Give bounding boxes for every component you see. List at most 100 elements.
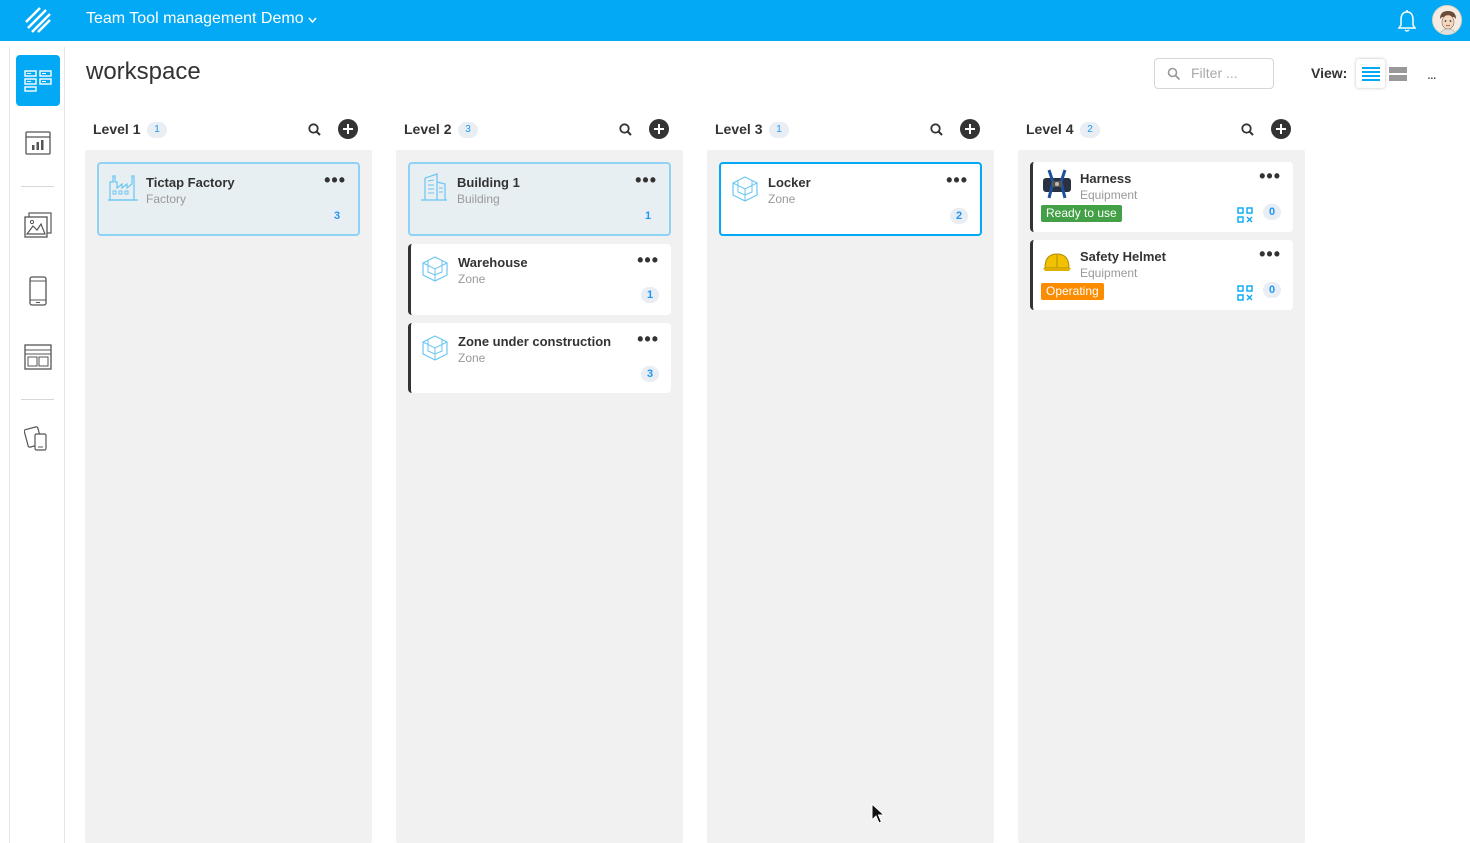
children-count-badge: 3 xyxy=(641,366,659,382)
mouse-cursor-icon xyxy=(871,803,885,824)
card-menu-button[interactable]: ••• xyxy=(946,171,968,189)
column-count-badge: 1 xyxy=(147,122,167,138)
card-subtitle: Zone xyxy=(768,192,796,206)
helmet-icon xyxy=(1043,253,1071,271)
image-gallery-icon xyxy=(24,212,52,238)
sidebar-item-dashboard[interactable] xyxy=(16,121,60,165)
sidebar-item-gallery[interactable] xyxy=(16,203,60,247)
card-menu-button[interactable]: ••• xyxy=(635,171,657,189)
devices-icon xyxy=(24,426,47,451)
card-title: Safety Helmet xyxy=(1080,249,1166,264)
zone-icon xyxy=(732,176,758,202)
children-count-badge: 2 xyxy=(950,208,968,224)
column-search-icon[interactable] xyxy=(307,122,323,138)
column-title: Level 1 xyxy=(93,121,141,137)
column-count-badge: 1 xyxy=(769,122,789,138)
status-badge: Operating xyxy=(1041,283,1104,300)
children-count-badge: 1 xyxy=(639,208,657,224)
add-item-button[interactable] xyxy=(1271,119,1291,139)
column-count-badge: 3 xyxy=(458,122,478,138)
compact-view-icon xyxy=(1388,66,1407,81)
mobile-device-icon xyxy=(29,276,47,306)
card-subtitle: Equipment xyxy=(1080,266,1138,280)
workspace-icon xyxy=(24,69,52,92)
card-subtitle: Zone xyxy=(458,272,486,286)
card-subtitle: Zone xyxy=(458,351,486,365)
add-item-button[interactable] xyxy=(338,119,358,139)
sidebar-item-workspace[interactable] xyxy=(16,55,60,106)
sidebar-item-devices[interactable] xyxy=(16,417,60,461)
chevron-down-icon xyxy=(308,10,317,28)
column-header-level-4: Level 4 2 xyxy=(1026,118,1292,142)
list-view-button[interactable] xyxy=(1356,59,1385,88)
card-menu-button[interactable]: ••• xyxy=(324,171,346,189)
column-header-level-1: Level 1 1 xyxy=(93,118,359,142)
layout-template-icon xyxy=(24,344,52,370)
zone-icon xyxy=(422,256,448,282)
card-menu-button[interactable]: ••• xyxy=(1259,167,1281,185)
item-card[interactable]: Locker Zone ••• 2 xyxy=(719,162,982,236)
card-subtitle: Building xyxy=(457,192,500,206)
column-level-1: Tictap Factory Factory ••• 3 xyxy=(85,150,372,843)
dashboard-chart-icon xyxy=(25,131,51,155)
compact-view-button[interactable] xyxy=(1383,59,1412,88)
column-search-icon[interactable] xyxy=(1240,122,1256,138)
card-title: Warehouse xyxy=(458,255,528,270)
children-count-badge: 1 xyxy=(641,287,659,303)
factory-icon xyxy=(108,175,138,201)
more-options-button[interactable]: ... xyxy=(1427,66,1437,82)
column-level-2: Building 1 Building ••• 1 Warehouse Zone… xyxy=(396,150,683,843)
item-card[interactable]: Warehouse Zone ••• 1 xyxy=(408,244,671,315)
plus-icon xyxy=(1276,124,1286,134)
item-card[interactable]: Building 1 Building ••• 1 xyxy=(408,162,671,236)
card-title: Harness xyxy=(1080,171,1132,186)
qr-count-badge: 0 xyxy=(1263,204,1281,220)
add-item-button[interactable] xyxy=(960,119,980,139)
filter-input[interactable] xyxy=(1191,65,1269,81)
column-header-level-3: Level 3 1 xyxy=(715,118,981,142)
equipment-card[interactable]: Safety Helmet Equipment ••• Operating 0 xyxy=(1030,240,1293,310)
status-badge: Ready to use xyxy=(1041,205,1122,222)
card-title: Locker xyxy=(768,175,811,190)
column-level-4: Harness Equipment ••• Ready to use 0 Saf… xyxy=(1018,150,1305,843)
card-title: Building 1 xyxy=(457,175,520,190)
add-item-button[interactable] xyxy=(649,119,669,139)
user-avatar[interactable] xyxy=(1432,5,1462,35)
column-search-icon[interactable] xyxy=(618,122,634,138)
left-sidebar xyxy=(9,47,65,843)
card-menu-button[interactable]: ••• xyxy=(637,251,659,269)
qr-code-icon[interactable] xyxy=(1237,207,1253,223)
column-header-level-2: Level 2 3 xyxy=(404,118,670,142)
qr-code-icon[interactable] xyxy=(1237,285,1253,301)
filter-box[interactable] xyxy=(1154,58,1274,89)
sidebar-item-mobile[interactable] xyxy=(16,269,60,313)
item-card[interactable]: Zone under construction Zone ••• 3 xyxy=(408,323,671,393)
search-icon xyxy=(1167,67,1181,81)
top-bar: Team Tool management Demo xyxy=(0,0,1470,41)
column-search-icon[interactable] xyxy=(929,122,945,138)
item-card[interactable]: Tictap Factory Factory ••• 3 xyxy=(97,162,360,236)
harness-icon xyxy=(1043,169,1071,199)
plus-icon xyxy=(965,124,975,134)
app-logo-icon[interactable] xyxy=(22,4,54,36)
column-title: Level 3 xyxy=(715,121,763,137)
card-menu-button[interactable]: ••• xyxy=(637,330,659,348)
page-title: workspace xyxy=(86,58,201,85)
view-label: View: xyxy=(1311,65,1348,81)
sidebar-item-layouts[interactable] xyxy=(16,335,60,379)
card-title: Tictap Factory xyxy=(146,175,235,190)
children-count-badge: 3 xyxy=(328,208,346,224)
column-level-3: Locker Zone ••• 2 xyxy=(707,150,994,843)
workspace-switcher[interactable]: Team Tool management Demo xyxy=(86,10,317,28)
column-title: Level 2 xyxy=(404,121,452,137)
sidebar-divider xyxy=(21,186,54,187)
column-title: Level 4 xyxy=(1026,121,1074,137)
equipment-card[interactable]: Harness Equipment ••• Ready to use 0 xyxy=(1030,162,1293,232)
card-subtitle: Equipment xyxy=(1080,188,1138,202)
column-count-badge: 2 xyxy=(1080,122,1100,138)
notifications-bell-icon[interactable] xyxy=(1396,9,1418,33)
zone-icon xyxy=(422,335,448,361)
card-menu-button[interactable]: ••• xyxy=(1259,245,1281,263)
plus-icon xyxy=(654,124,664,134)
app-title: Team Tool management Demo xyxy=(86,10,304,27)
